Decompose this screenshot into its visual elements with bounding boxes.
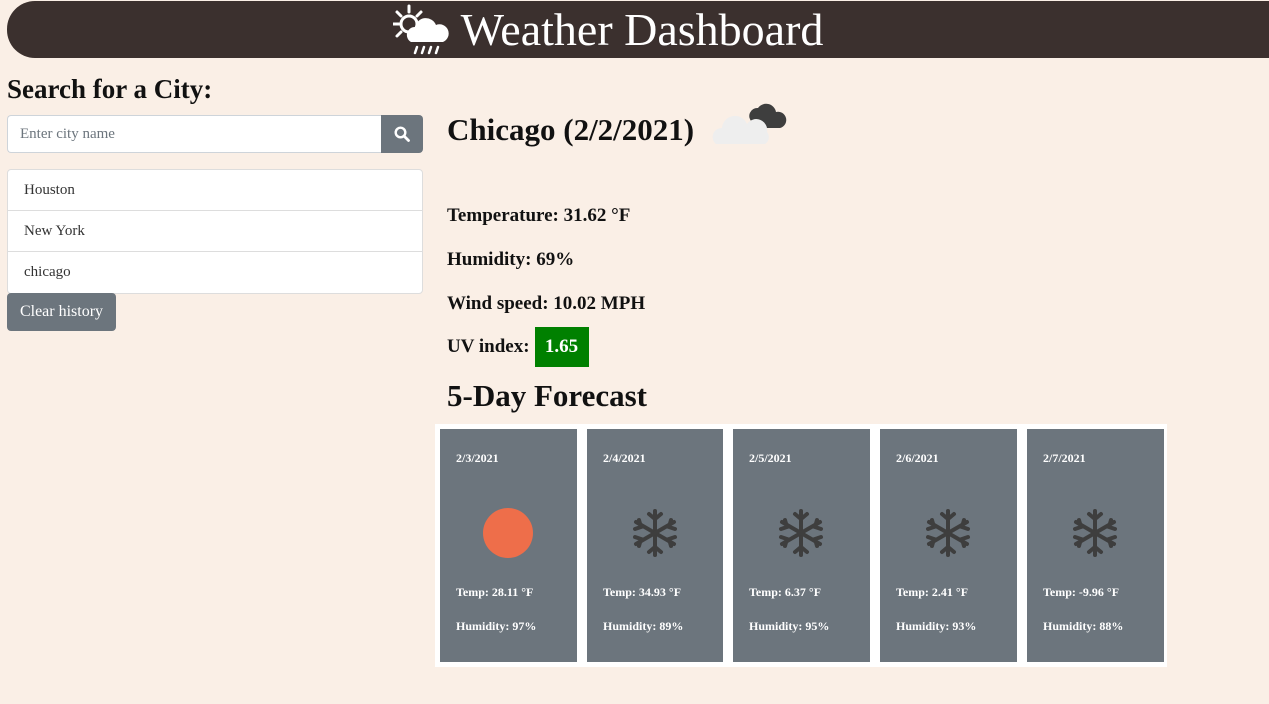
forecast-humidity: Humidity: 95% (749, 619, 830, 633)
current-weather-title: Chicago (2/2/2021) (447, 100, 788, 160)
forecast-humidity: Humidity: 88% (1043, 619, 1124, 633)
forecast-date: 2/5/2021 (749, 451, 792, 465)
forecast-date: 2/4/2021 (603, 451, 646, 465)
search-history-list: Houston New York chicago (7, 169, 423, 294)
forecast-humidity: Humidity: 93% (896, 619, 977, 633)
forecast-temp: Temp: 6.37 °F (749, 585, 822, 599)
forecast-temp: Temp: -9.96 °F (1043, 585, 1120, 599)
clear-history-button[interactable]: Clear history (7, 293, 116, 331)
current-uv-index: UV index: 1.65 (447, 327, 589, 367)
current-temperature: Temperature: 31.62 °F (447, 205, 631, 226)
forecast-temp: Temp: 2.41 °F (896, 585, 969, 599)
forecast-temp: Temp: 28.11 °F (456, 585, 534, 599)
forecast-temp: Temp: 34.93 °F (603, 585, 682, 599)
history-item-new-york[interactable]: New York (8, 211, 422, 252)
broken-clouds-icon (712, 103, 787, 144)
snowflake-icon (926, 509, 970, 557)
current-city-date: Chicago (2/2/2021) (447, 112, 695, 147)
forecast-date: 2/7/2021 (1043, 451, 1086, 465)
forecast-humidity: Humidity: 97% (456, 619, 537, 633)
search-button[interactable] (381, 115, 423, 153)
forecast-card: 2/7/2021 Temp: -9.96 °F Humidity: 88% (1027, 429, 1164, 662)
forecast-card: 2/5/2021 Temp: 6.37 °F Humidity: 95% (733, 429, 870, 662)
forecast-card: 2/4/2021 Temp: 34.93 °F Humidity: 89% (587, 429, 723, 662)
current-humidity: Humidity: 69% (447, 249, 575, 270)
forecast-container: 2/3/2021 Temp: 28.11 °F Humidity: 97% 2/… (435, 424, 1167, 667)
snowflake-icon (633, 509, 677, 557)
sun-icon (483, 508, 533, 558)
history-item-houston[interactable]: Houston (8, 170, 422, 211)
header-content: Weather Dashboard (392, 1, 824, 58)
uv-index-label: UV index: (447, 336, 530, 357)
current-wind-speed: Wind speed: 10.02 MPH (447, 293, 646, 314)
forecast-heading: 5-Day Forecast (447, 378, 648, 413)
city-search-input[interactable] (7, 115, 381, 153)
snowflake-icon (1073, 509, 1117, 557)
search-icon (394, 126, 410, 142)
uv-index-badge: 1.65 (534, 327, 589, 367)
search-heading: Search for a City: (7, 74, 213, 104)
forecast-date: 2/3/2021 (456, 451, 499, 465)
page-header: Weather Dashboard (7, 1, 1269, 58)
history-item-chicago[interactable]: chicago (8, 252, 422, 293)
sun-cloud-rain-icon (392, 4, 449, 54)
forecast-card: 2/6/2021 Temp: 2.41 °F Humidity: 93% (880, 429, 1017, 662)
page-title: Weather Dashboard (460, 4, 824, 55)
snowflake-icon (779, 509, 823, 557)
forecast-date: 2/6/2021 (896, 451, 939, 465)
forecast-humidity: Humidity: 89% (603, 619, 684, 633)
search-form (7, 115, 423, 153)
forecast-card: 2/3/2021 Temp: 28.11 °F Humidity: 97% (440, 429, 577, 662)
